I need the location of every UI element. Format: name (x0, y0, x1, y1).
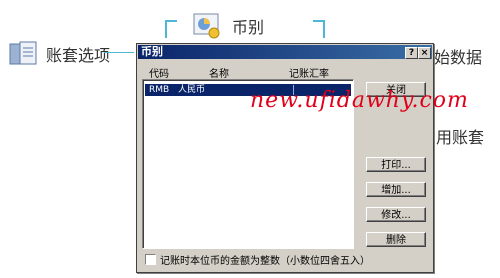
row-code: RMB (149, 85, 170, 95)
top-bracket-right (313, 20, 325, 38)
column-header-name: 名称 (209, 69, 229, 80)
node-label-initial-data: 始数据 (434, 48, 483, 67)
integer-amount-label: 记账时本位币的金额为整数（小数位四舍五入） (160, 256, 370, 267)
dialog-title: 币别 (141, 45, 163, 58)
dialog-titlebar[interactable]: 币别 ? × (138, 45, 432, 59)
book-set-icon (9, 41, 37, 65)
delete-button[interactable]: 删除 (366, 232, 426, 247)
watermark-text: new.ufidawhy.com (250, 88, 469, 113)
column-header-code: 代码 (149, 69, 169, 80)
column-header-rate: 记账汇率 (289, 69, 329, 80)
node-label-currency: 币别 (232, 18, 265, 37)
top-bracket-left (165, 20, 177, 38)
connector-line (104, 52, 134, 53)
node-label-enable-book: 用账套 (436, 128, 485, 147)
add-button[interactable]: 增加... (366, 182, 426, 197)
integer-amount-option[interactable]: 记账时本位币的金额为整数（小数位四舍五入） (145, 252, 370, 267)
help-button[interactable]: ? (405, 47, 418, 59)
print-button[interactable]: 打印... (366, 157, 426, 172)
integer-amount-checkbox[interactable] (145, 254, 156, 265)
currency-dialog: 币别 ? × 代码 名称 记账汇率 RMB 人民币 关闭 打印... 增加...… (136, 43, 434, 273)
node-label-book-options: 账套选项 (46, 46, 111, 65)
edit-button[interactable]: 修改... (366, 207, 426, 222)
row-name: 人民币 (178, 85, 206, 95)
currency-icon (193, 13, 220, 39)
close-x-button[interactable]: × (418, 47, 431, 59)
